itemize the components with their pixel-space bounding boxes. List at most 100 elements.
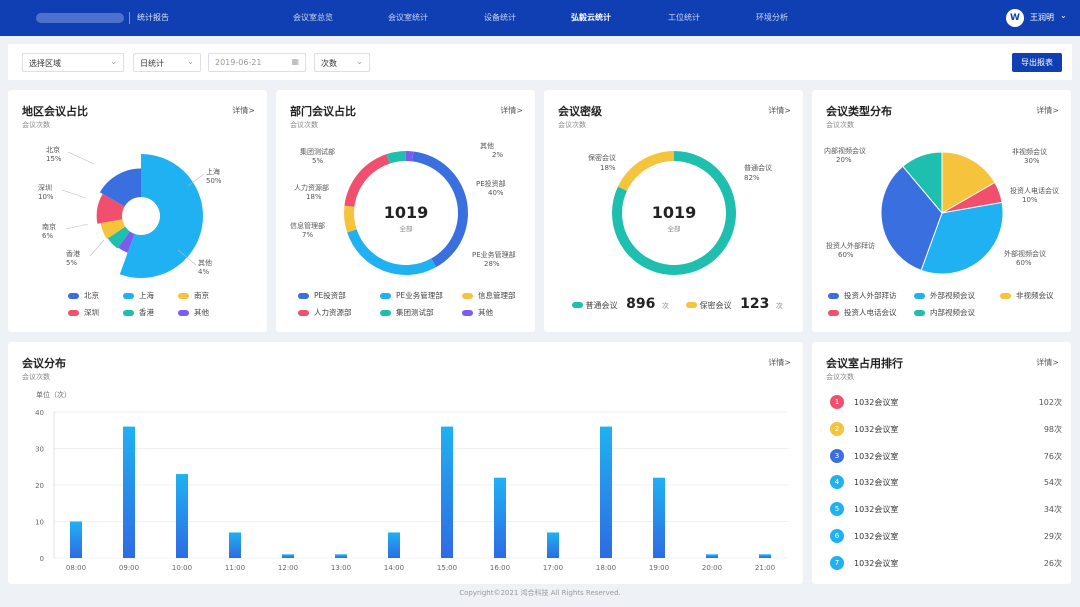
ranking-card: 会议室占用排行 会议次数 详情> 1 1032会议室 102次 2 1032会议室 98次… — [812, 342, 1071, 584]
type-label-pct: 60% — [838, 251, 854, 259]
type-legend-label: 投资人电话会议 — [844, 307, 897, 317]
type-legend-label: 内部视频会议 — [930, 307, 975, 317]
type-label-name: 非视频会议 — [1012, 147, 1047, 156]
region-legend-dot — [68, 310, 79, 316]
bar — [441, 426, 453, 558]
dept-legend-label: 人力资源部 — [314, 307, 352, 317]
dept-slice — [347, 229, 437, 275]
rank-badge: 1 — [830, 395, 844, 409]
type-legend-dot — [828, 293, 839, 299]
rank-value: 29次 — [1043, 532, 1062, 541]
ranking-row[interactable]: 7 1032会议室 26次 — [830, 555, 1062, 572]
ranking-row[interactable]: 3 1032会议室 76次 — [830, 448, 1062, 465]
secret-label-pct: 82% — [744, 174, 760, 182]
dept-label-pct: 40% — [488, 189, 504, 197]
region-label-pct: 6% — [42, 232, 53, 240]
card-title: 会议密级 — [558, 105, 602, 118]
rank-room-name: 1032会议室 — [854, 478, 899, 488]
dept-legend-dot — [462, 310, 473, 316]
region-label-name: 北京 — [46, 145, 60, 154]
nav-item-room-overview[interactable]: 会议室总览 — [293, 12, 333, 23]
rank-room-name: 1032会议室 — [854, 451, 899, 461]
card-subtitle: 会议次数 — [826, 373, 854, 381]
nav-item-room-stats[interactable]: 会议室统计 — [388, 12, 428, 23]
type-label-pct: 60% — [1016, 259, 1032, 267]
rank-value: 102次 — [1038, 398, 1062, 407]
card-title: 地区会议占比 — [22, 105, 88, 118]
user-name[interactable]: 王润明 — [1030, 12, 1054, 23]
dept-legend-label: 其他 — [478, 307, 493, 317]
secret-label-name: 普通会议 — [744, 163, 772, 172]
card-subtitle: 会议次数 — [290, 121, 318, 129]
region-legend-dot — [123, 293, 134, 299]
ranking-row[interactable]: 1 1032会议室 102次 — [830, 395, 1062, 411]
region-label-name: 深圳 — [38, 183, 52, 192]
region-label-name: 其他 — [198, 258, 212, 267]
region-select[interactable]: 选择区域 ⌄ — [22, 53, 124, 72]
details-link[interactable]: 详情> — [232, 105, 255, 116]
region-leader-line — [61, 189, 87, 199]
bar-x-tick-label: 18:00 — [596, 564, 616, 572]
nav-item-workstation-stats[interactable]: 工位统计 — [668, 12, 700, 23]
details-link[interactable]: 详情> — [1036, 357, 1059, 368]
ranking-row[interactable]: 4 1032会议室 54次 — [830, 475, 1062, 491]
bar-y-tick-label: 20 — [35, 482, 44, 490]
metric-select[interactable]: 次数 ⌄ — [314, 53, 370, 72]
bar-x-tick-label: 17:00 — [543, 564, 563, 572]
secret-slice — [617, 151, 674, 191]
dept-legend-label: PE业务管理部 — [396, 290, 443, 300]
legend-dot — [686, 302, 697, 308]
bar — [70, 521, 82, 558]
count-label: 保密会议 — [699, 301, 732, 310]
bar-x-tick-label: 13:00 — [331, 564, 351, 572]
region-label-pct: 10% — [38, 193, 54, 201]
brand-logo — [36, 13, 124, 23]
export-report-button[interactable]: 导出报表 — [1012, 53, 1062, 72]
card-title: 会议类型分布 — [826, 105, 892, 118]
secret-center-value: 1019 — [652, 203, 697, 222]
nav-item-cloud-stats[interactable]: 弘毅云统计 — [571, 12, 611, 23]
bar-y-tick-label: 30 — [35, 446, 44, 454]
card-subtitle: 会议次数 — [22, 121, 50, 129]
dept-slice — [344, 154, 390, 207]
rank-room-name: 1032会议室 — [854, 424, 899, 434]
count-value: 123 — [740, 296, 770, 312]
type-legend-dot — [828, 310, 839, 316]
region-legend-label: 上海 — [139, 290, 154, 300]
type-card: 非视频会议 30% 投资人电话会议 10% 外部视频会议 60% 投资人外部拜访 60% 内部视… — [812, 90, 1071, 332]
chevron-down-icon[interactable]: ⌄ — [1060, 11, 1067, 20]
bar-x-tick-label: 15:00 — [437, 564, 457, 572]
date-value: 2019-06-21 — [215, 58, 262, 67]
bar-x-tick-label: 11:00 — [225, 564, 245, 572]
ranking-row[interactable]: 6 1032会议室 29次 — [830, 529, 1062, 545]
region-label-pct: 5% — [66, 259, 77, 267]
legend-dot — [572, 302, 583, 308]
dept-card: 1019 全部 其他 2% PE投资部 40% PE业务管理部 28% 信息管理部 7% 人力资源部… — [276, 90, 535, 332]
avatar[interactable]: W — [1006, 9, 1024, 27]
bar-x-tick-label: 21:00 — [755, 564, 775, 572]
type-label-name: 外部视频会议 — [1004, 249, 1046, 258]
dept-label-name: 信息管理部 — [290, 221, 325, 230]
details-link[interactable]: 详情> — [500, 105, 523, 116]
rank-value: 34次 — [1043, 505, 1062, 515]
region-label-name: 上海 — [206, 167, 220, 176]
date-picker[interactable]: 2019-06-21 ▦ — [208, 53, 306, 72]
rank-room-name: 1032会议室 — [854, 505, 899, 515]
nav-item-device-stats[interactable]: 设备统计 — [484, 12, 516, 23]
bar — [494, 477, 506, 558]
period-select[interactable]: 日统计 ⌄ — [133, 53, 201, 72]
nav-item-environment[interactable]: 环境分析 — [756, 12, 788, 23]
chevron-down-icon: ⌄ — [356, 57, 363, 66]
details-link[interactable]: 详情> — [1036, 105, 1059, 116]
secret-center-label: 全部 — [668, 224, 682, 233]
rank-room-name: 1032会议室 — [854, 532, 899, 541]
type-label-pct: 30% — [1024, 157, 1040, 165]
type-legend-label: 外部视频会议 — [930, 290, 975, 300]
bar — [388, 532, 400, 558]
region-label-pct: 4% — [198, 268, 209, 276]
details-link[interactable]: 详情> — [768, 105, 791, 116]
details-link[interactable]: 详情> — [768, 357, 791, 368]
ranking-row[interactable]: 5 1032会议室 34次 — [830, 502, 1062, 518]
rank-badge: 7 — [830, 555, 844, 570]
ranking-row[interactable]: 2 1032会议室 98次 — [830, 421, 1062, 438]
